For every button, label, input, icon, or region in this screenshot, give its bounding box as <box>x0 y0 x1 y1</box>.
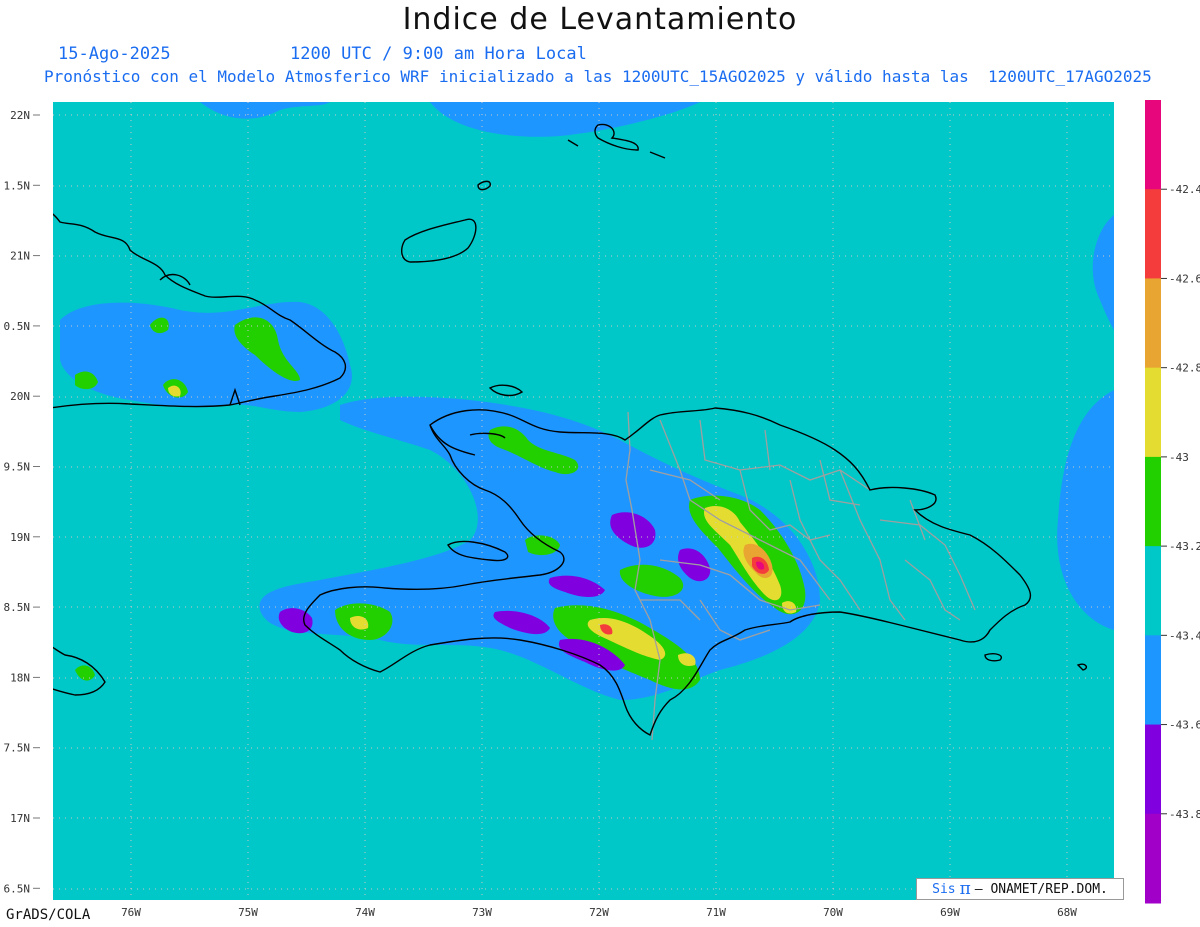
lon-tick-label: 71W <box>706 906 726 919</box>
lon-tick-label: 68W <box>1057 906 1077 919</box>
lat-tick-label: 20N <box>10 390 30 403</box>
colorbar-label: -42.6 <box>1169 272 1200 285</box>
pi-symbol-icon: π <box>959 879 971 899</box>
lat-tick-label: 21N <box>10 250 30 263</box>
colorbar-segment <box>1145 367 1161 458</box>
lon-tick-label: 74W <box>355 906 375 919</box>
credit-sis: Sis <box>932 881 956 897</box>
colorbar-label: -43 <box>1169 451 1189 464</box>
colorbar-label: -43.8 <box>1169 808 1200 821</box>
lifted-index-field <box>53 102 1114 900</box>
longitude-labels: 76W 75W 74W 73W 72W 71W 70W 69W 68W <box>121 906 1077 919</box>
lat-tick-label: 1.5N <box>4 179 31 192</box>
colorbar-label: -42.4 <box>1169 183 1200 196</box>
colorbar-label: -43.2 <box>1169 540 1200 553</box>
lon-tick-label: 70W <box>823 906 843 919</box>
map-canvas: 22N 1.5N 21N 0.5N 20N 9.5N 19N 8.5N 18N 7.5N 17N 6.… <box>4 100 1200 919</box>
lat-tick-label: 19N <box>10 531 30 544</box>
colorbar-label: -43.6 <box>1169 719 1200 732</box>
lon-tick-label: 75W <box>238 906 258 919</box>
lat-tick-label: 22N <box>10 109 30 122</box>
lat-tick-label: 18N <box>10 671 30 684</box>
colorbar-segment <box>1145 724 1161 815</box>
lon-tick-label: 73W <box>472 906 492 919</box>
colorbar-label: -43.4 <box>1169 629 1200 642</box>
latitude-labels: 22N 1.5N 21N 0.5N 20N 9.5N 19N 8.5N 18N 7.5N 17N 6.… <box>4 109 40 895</box>
lat-tick-label: 9.5N <box>4 461 31 474</box>
colorbar-segment <box>1145 456 1161 547</box>
colorbar-segment <box>1145 100 1161 190</box>
lon-tick-label: 72W <box>589 906 609 919</box>
lat-tick-label: 17N <box>10 812 30 825</box>
lat-tick-label: 8.5N <box>4 601 31 614</box>
lat-tick-label: 7.5N <box>4 742 31 755</box>
colorbar-segment <box>1145 635 1161 726</box>
colorbar-segment <box>1145 813 1161 904</box>
lat-tick-label: 6.5N <box>4 882 31 895</box>
lat-tick-label: 0.5N <box>4 320 31 333</box>
colorbar-segment <box>1145 546 1161 636</box>
colorbar-segment <box>1145 189 1161 279</box>
credit-org: – ONAMET/REP.DOM. <box>974 881 1108 897</box>
credit-box: Sis π – ONAMET/REP.DOM. <box>916 878 1124 900</box>
colorbar: -42.4 -42.6 -42.8 -43 -43.2 -43.4 -43.6 -43.8 <box>1145 100 1200 904</box>
lon-tick-label: 76W <box>121 906 141 919</box>
lon-tick-label: 69W <box>940 906 960 919</box>
colorbar-label: -42.8 <box>1169 362 1200 375</box>
colorbar-segment <box>1145 278 1161 369</box>
grads-footer: GrADS/COLA <box>6 907 91 923</box>
